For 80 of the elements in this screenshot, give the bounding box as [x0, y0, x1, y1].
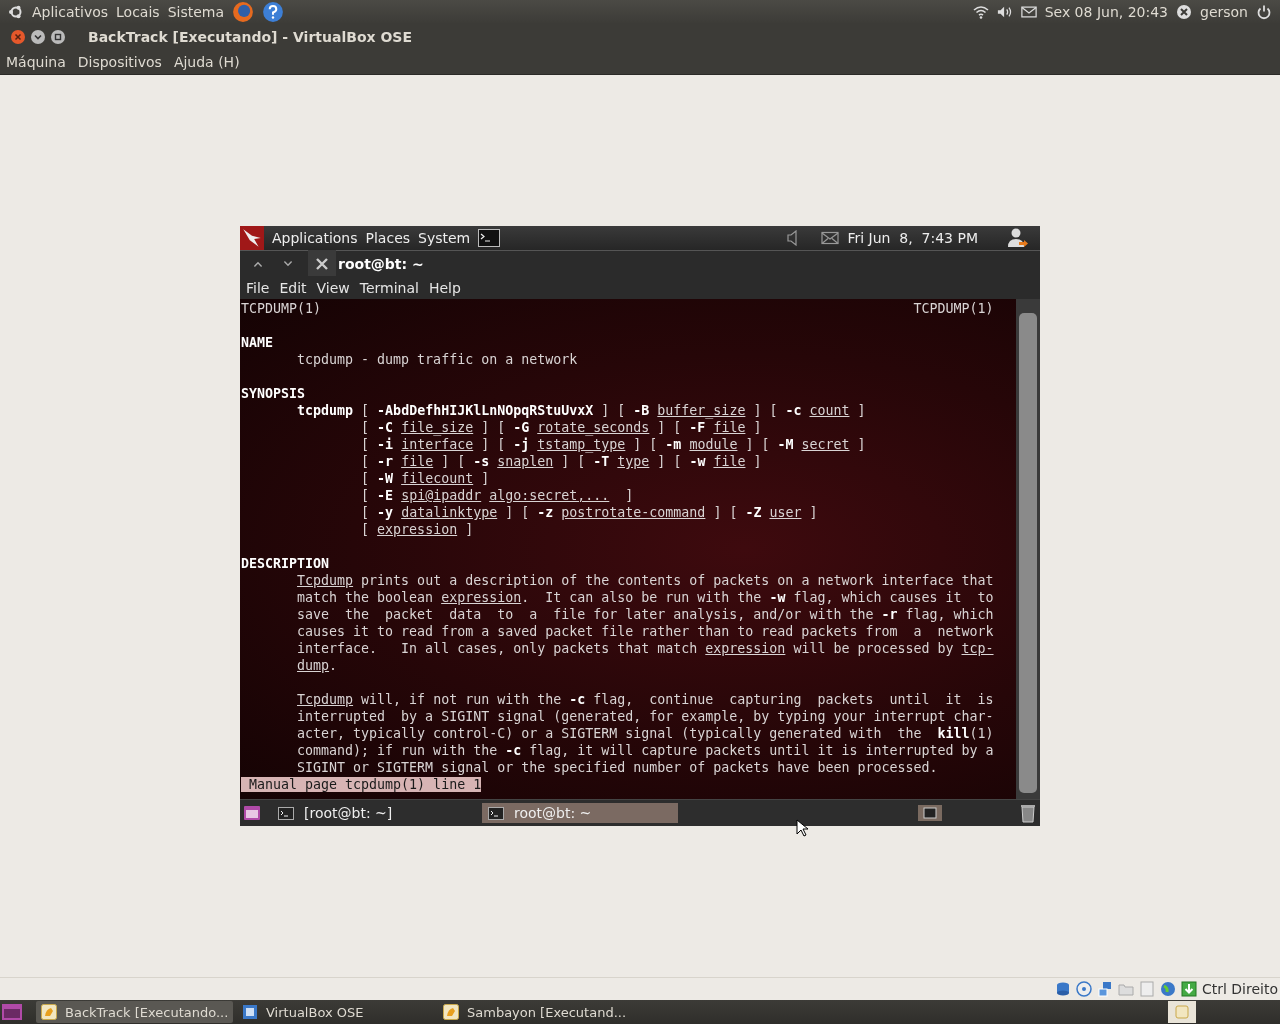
pager-status: Manual page tcpdump(1) line 1	[241, 777, 482, 792]
panel-menu[interactable]: System	[418, 230, 471, 246]
taskbar-item[interactable]: VirtualBox OSE	[237, 1001, 434, 1023]
taskbar-item[interactable]: Sambayon [Executand...	[438, 1001, 635, 1023]
panel-menu[interactable]: Places	[365, 230, 411, 246]
man-line: Tcpdump will, if not run with the -c flag, continue capturing packets until it is	[297, 692, 994, 707]
man-line: [ -E spi@ipaddr algo:secret,... ]	[361, 488, 634, 503]
maximize-icon[interactable]	[50, 29, 66, 45]
workspace-switcher-icon[interactable]	[1168, 1001, 1196, 1023]
workspace-switcher-icon[interactable]	[918, 805, 942, 821]
show-desktop-icon[interactable]	[244, 806, 260, 820]
clock[interactable]: Fri Jun 8, 7:43 PM	[847, 230, 978, 246]
window-title: BackTrack [Executando] - VirtualBox OSE	[88, 29, 412, 45]
man-line: SIGINT or SIGTERM signal or the specified number of packets have been processed.	[297, 760, 938, 775]
terminal-icon	[488, 806, 504, 820]
man-line: Tcpdump prints out a description of the contents of packets on a network interface that	[297, 573, 994, 588]
menu-item[interactable]: Dispositivos	[77, 54, 162, 70]
user-icon[interactable]	[1006, 227, 1028, 249]
man-line: [ -i interface ] [ -j tstamp_type ] [ -m module ] [ -M secret ]	[361, 437, 866, 452]
menu-item[interactable]: View	[316, 279, 350, 296]
section-heading: DESCRIPTION	[241, 556, 330, 571]
man-line: interrupted by a SIGINT signal (generated, for example, by typing your interrupt char-	[297, 709, 994, 724]
man-line: dump.	[297, 658, 338, 673]
man-line: tcpdump [ -AbdDefhHIJKlLnNOpqRStuUvxX ] [ -B buffer_size ] [ -c count ]	[297, 403, 866, 418]
power-icon[interactable]	[1256, 4, 1272, 20]
terminal-icon[interactable]	[478, 229, 501, 247]
panel-menu[interactable]: Sistema	[167, 4, 225, 20]
man-header: TCPDUMP(1)	[241, 300, 322, 317]
mouse-pointer-icon	[796, 819, 808, 837]
man-header: TCPDUMP(1)	[913, 300, 994, 317]
menu-item[interactable]: Terminal	[359, 279, 419, 296]
mail-icon[interactable]	[1020, 4, 1037, 20]
disc-icon[interactable]	[1075, 981, 1092, 997]
man-line: tcpdump - dump traffic on a network	[297, 352, 578, 367]
ubuntu-logo-icon[interactable]	[8, 4, 24, 20]
menu-item[interactable]: Ajuda (H)	[173, 54, 240, 70]
close-icon[interactable]	[308, 249, 336, 278]
minimize-icon[interactable]	[30, 29, 46, 45]
terminal-icon	[278, 806, 294, 820]
globe-icon[interactable]	[232, 1, 255, 23]
panel-menu[interactable]: Locais	[116, 4, 160, 20]
man-line: [ -y datalinktype ] [ -z postrotate-command ] [ -Z user ]	[361, 505, 818, 520]
menu-item[interactable]: Edit	[279, 279, 307, 296]
man-line: [ -W filecount ]	[361, 471, 490, 486]
network-icon[interactable]	[1096, 981, 1113, 997]
menu-item[interactable]: File	[246, 279, 270, 296]
speaker-icon[interactable]	[787, 230, 800, 246]
globe-icon[interactable]	[1159, 981, 1176, 997]
scrollbar-thumb[interactable]	[1019, 313, 1037, 793]
taskbar-item[interactable]: [root@bt: ~]	[272, 803, 468, 823]
man-line: interface. In all cases, only packets that match expression will be processed by tcp-	[297, 641, 994, 656]
hard-disk-icon[interactable]	[1054, 981, 1071, 997]
section-heading: NAME	[241, 335, 274, 350]
clock[interactable]: Sex 08 Jun, 20:43	[1044, 4, 1168, 20]
volume-icon[interactable]	[996, 4, 1013, 20]
man-line: command); if run with the -c flag, it will capture packets until it is interrupted by a	[297, 743, 994, 758]
help-icon[interactable]	[262, 1, 285, 23]
user-name[interactable]: gerson	[1200, 4, 1248, 20]
man-line: acter, typically control-C) or a SIGTERM signal (typically generated with the kill(1)	[297, 726, 994, 741]
panel-menu[interactable]: Aplicativos	[32, 4, 109, 20]
section-heading: SYNOPSIS	[241, 386, 306, 401]
trash-icon[interactable]	[1020, 803, 1036, 823]
man-line: match the boolean expression. It can also be run with the -w flag, which causes it to	[297, 590, 994, 605]
mail-icon[interactable]	[821, 231, 840, 245]
application-icon	[242, 1004, 258, 1020]
man-line: causes it to read from a saved packet file rather than to read packets from a network	[297, 624, 994, 639]
man-line: [ expression ]	[361, 522, 474, 537]
wifi-icon[interactable]	[972, 4, 989, 20]
scrollbar[interactable]	[1016, 299, 1040, 799]
man-line: [ -C file_size ] [ -G rotate_seconds ] [ -F file ]	[361, 420, 762, 435]
session-icon[interactable]	[1176, 4, 1192, 20]
taskbar-item[interactable]: BackTrack [Executando...	[36, 1001, 233, 1023]
menu-item[interactable]: Help	[428, 279, 461, 296]
host-key-label: Ctrl Direito	[1201, 981, 1278, 997]
terminal-title: root@bt: ~	[338, 255, 424, 272]
man-line: [ -r file ] [ -s snaplen ] [ -T type ] [ -w file ]	[361, 454, 762, 469]
menu-item[interactable]: Máquina	[6, 54, 66, 70]
taskbar-item[interactable]: root@bt: ~	[482, 803, 678, 823]
panel-menu[interactable]: Applications	[272, 230, 358, 246]
man-line: save the packet data to a file for later analysis, and/or with the -r flag, which	[297, 607, 994, 622]
